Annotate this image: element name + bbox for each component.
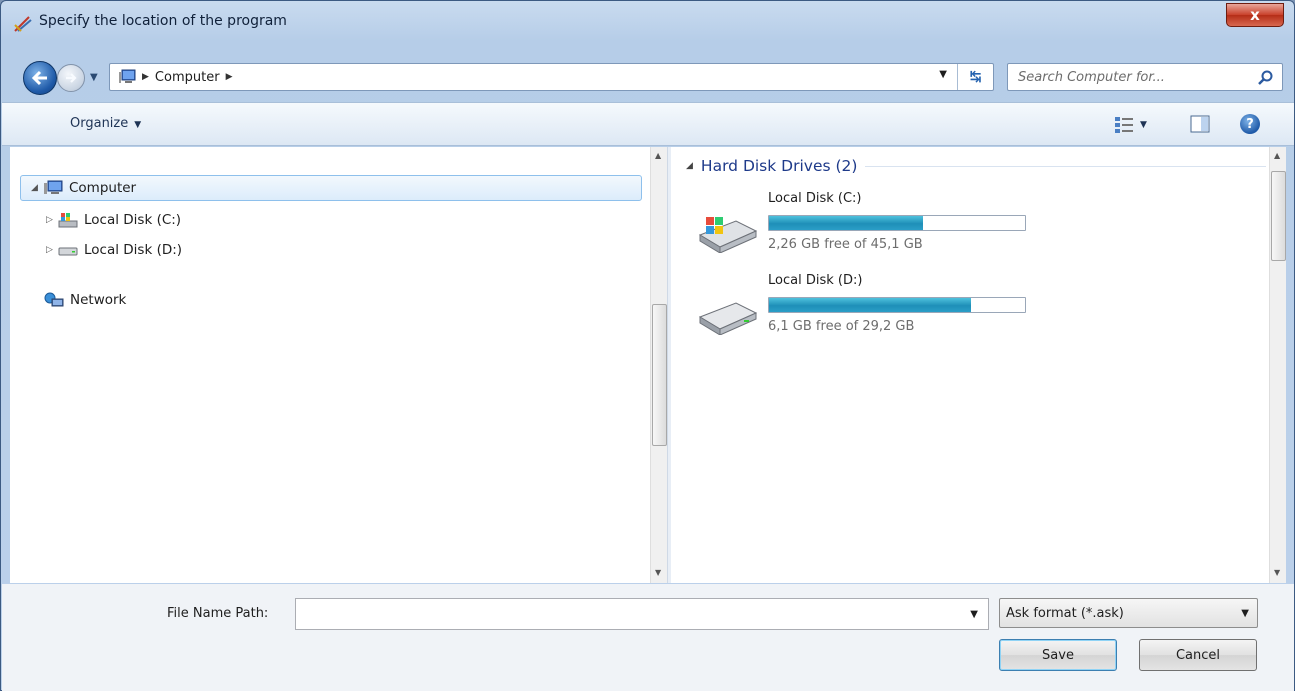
- breadcrumb-chevron-icon[interactable]: ▶: [226, 72, 233, 82]
- group-label: Hard Disk Drives (2): [700, 157, 858, 175]
- pane-splitter[interactable]: [667, 147, 671, 583]
- file-name-combo[interactable]: ▼: [295, 598, 989, 630]
- app-icon: [14, 16, 32, 32]
- breadcrumb-computer[interactable]: Computer: [155, 70, 220, 85]
- file-name-input[interactable]: [296, 599, 956, 629]
- breadcrumb-separator-icon[interactable]: ▶: [142, 72, 149, 82]
- history-dropdown-icon[interactable]: ▼: [90, 72, 102, 84]
- cancel-button[interactable]: Cancel: [1139, 639, 1257, 671]
- collapsed-triangle-icon[interactable]: ▷: [46, 245, 58, 255]
- expanded-triangle-icon[interactable]: ◢: [31, 183, 43, 193]
- scrollbar-thumb[interactable]: [1271, 171, 1286, 261]
- scrollbar-thumb[interactable]: [652, 304, 667, 446]
- computer-icon: [119, 69, 136, 83]
- group-header-hard-disk-drives[interactable]: ◢ Hard Disk Drives (2): [686, 157, 1266, 175]
- file-name-label: File Name Path:: [167, 606, 269, 621]
- change-view-button[interactable]: ▼: [1114, 115, 1160, 135]
- refresh-button[interactable]: ↹: [957, 64, 993, 90]
- forward-arrow-icon: [66, 73, 77, 83]
- group-divider: [865, 165, 1266, 167]
- tree-item-local-disk-c[interactable]: ▷ Local Disk (C:): [46, 207, 181, 233]
- scroll-up-icon[interactable]: ▲: [655, 151, 661, 160]
- search-icon[interactable]: [1258, 70, 1274, 86]
- tree-label-network: Network: [70, 292, 127, 308]
- drive-usage-fill: [769, 216, 923, 230]
- back-button[interactable]: [23, 61, 57, 95]
- tree-item-computer[interactable]: ◢ Computer: [20, 175, 642, 201]
- tree-label-local-disk-d: Local Disk (D:): [84, 242, 183, 258]
- address-bar[interactable]: ▶ Computer ▶ ▼ ↹: [109, 63, 994, 91]
- tree-item-network[interactable]: Network: [44, 287, 126, 313]
- drive-icon: [58, 247, 78, 256]
- organize-button[interactable]: Organize ▼: [70, 116, 141, 131]
- navigation-scrollbar[interactable]: ▲ ▼: [650, 147, 667, 583]
- drive-usage-fill: [769, 298, 972, 312]
- navigation-pane: ◢ Computer ▷ Local Disk (C:) ▷ Local Dis…: [10, 147, 667, 583]
- scroll-down-icon[interactable]: ▼: [655, 568, 661, 577]
- computer-icon: [44, 180, 63, 194]
- close-button[interactable]: x: [1226, 3, 1284, 27]
- drive-free-space: 2,26 GB free of 45,1 GB: [768, 237, 923, 252]
- tree-label-computer: Computer: [69, 180, 137, 196]
- drive-name: Local Disk (C:): [768, 191, 862, 206]
- title-bar: Specify the location of the program x: [1, 1, 1294, 43]
- network-icon: [44, 292, 64, 307]
- drive-icon: [698, 302, 758, 335]
- scroll-up-icon[interactable]: ▲: [1274, 151, 1280, 160]
- scroll-down-icon[interactable]: ▼: [1274, 568, 1280, 577]
- forward-button[interactable]: [57, 64, 85, 92]
- system-drive-icon: [698, 217, 758, 253]
- back-arrow-icon: [31, 70, 47, 86]
- drive-item-c[interactable]: Local Disk (C:) 2,26 GB free of 45,1 GB: [696, 191, 1056, 261]
- preview-pane-icon[interactable]: [1190, 115, 1210, 133]
- tree-label-local-disk-c: Local Disk (C:): [84, 212, 182, 228]
- save-dialog: Specify the location of the program x ▼ …: [0, 0, 1295, 691]
- chevron-down-icon: ▼: [134, 120, 142, 130]
- close-icon: x: [1250, 6, 1260, 24]
- drive-item-d[interactable]: Local Disk (D:) 6,1 GB free of 29,2 GB: [696, 273, 1056, 343]
- file-type-selected: Ask format (*.ask): [1006, 605, 1124, 621]
- chevron-down-icon: ▼: [1241, 608, 1249, 619]
- window-title: Specify the location of the program: [39, 13, 287, 29]
- tree-item-local-disk-d[interactable]: ▷ Local Disk (D:): [46, 237, 182, 263]
- group-collapse-icon[interactable]: ◢: [686, 161, 693, 171]
- drive-name: Local Disk (D:): [768, 273, 863, 288]
- view-dropdown-icon: ▼: [1140, 120, 1147, 130]
- save-button[interactable]: Save: [999, 639, 1117, 671]
- file-list-pane: ◢ Hard Disk Drives (2) Local Disk (C:) 2…: [672, 147, 1272, 583]
- navigation-bar: ▼ ▶ Computer ▶ ▼ ↹: [1, 61, 1294, 95]
- help-icon[interactable]: ?: [1240, 114, 1260, 134]
- file-name-panel: File Name Path: ▼ Ask format (*.ask) ▼ S…: [2, 584, 1294, 691]
- organize-label: Organize: [70, 116, 129, 131]
- chevron-down-icon[interactable]: ▼: [970, 609, 978, 620]
- command-bar: Organize ▼ ▼ ?: [2, 102, 1294, 146]
- drive-usage-bar: [768, 297, 1026, 313]
- refresh-icon: ↹: [969, 69, 982, 85]
- search-box[interactable]: [1007, 63, 1283, 91]
- search-input[interactable]: [1018, 69, 1248, 85]
- file-list-scrollbar[interactable]: ▲ ▼: [1269, 147, 1286, 583]
- view-details-icon: [1115, 117, 1133, 133]
- drive-free-space: 6,1 GB free of 29,2 GB: [768, 319, 915, 334]
- address-dropdown-icon[interactable]: ▼: [939, 69, 947, 80]
- content-area: ◢ Computer ▷ Local Disk (C:) ▷ Local Dis…: [10, 147, 1286, 583]
- file-type-select[interactable]: Ask format (*.ask) ▼: [999, 598, 1258, 628]
- drive-usage-bar: [768, 215, 1026, 231]
- system-drive-icon: [58, 213, 78, 228]
- collapsed-triangle-icon[interactable]: ▷: [46, 215, 58, 225]
